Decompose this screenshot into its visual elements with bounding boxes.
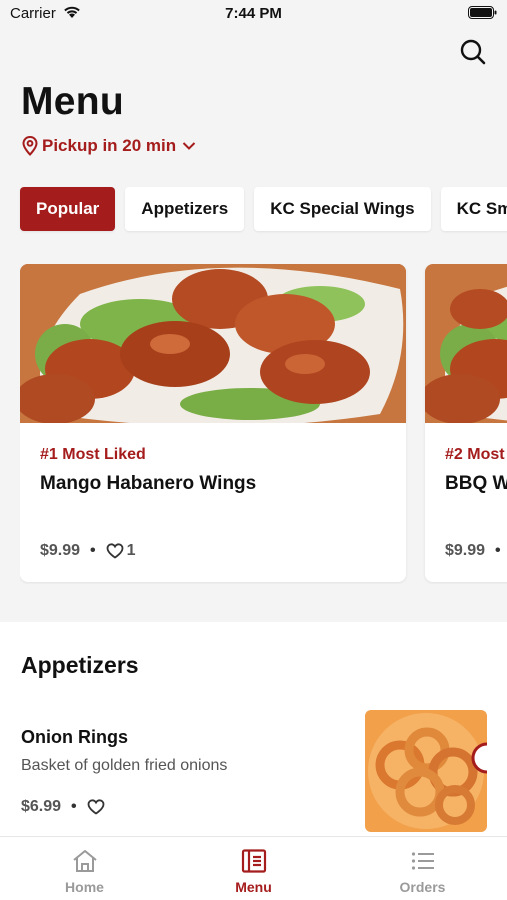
price: $9.99 <box>40 542 81 559</box>
menu-book-icon <box>241 849 266 873</box>
nav-orders[interactable]: Orders <box>338 837 507 900</box>
featured-meta: $9.99 • <box>445 542 507 560</box>
list-icon <box>411 852 434 870</box>
featured-rank: #2 Most <box>445 446 505 463</box>
wings-photo <box>20 264 406 423</box>
status-bar: Carrier 7:44 PM <box>0 0 507 30</box>
nav-label: Menu <box>235 879 272 895</box>
featured-card[interactable]: #2 Most BBQ W $9.99 • <box>425 264 507 582</box>
separator-dot: • <box>90 542 96 559</box>
search-button[interactable] <box>459 38 487 66</box>
nav-label: Home <box>65 879 104 895</box>
heart-icon[interactable] <box>106 543 124 559</box>
wings-photo <box>425 264 507 423</box>
menu-item-meta: $6.99 • <box>21 798 105 816</box>
search-icon <box>460 39 486 65</box>
pickup-label: Pickup in 20 min <box>42 136 177 155</box>
featured-meta: $9.99 • 1 <box>40 542 136 560</box>
home-icon <box>72 850 97 872</box>
separator-dot: • <box>71 798 77 815</box>
featured-rank: #1 Most Liked <box>40 446 146 463</box>
nav-label: Orders <box>399 879 446 895</box>
battery-icon <box>468 6 497 19</box>
tab-kc-special-wings[interactable]: KC Special Wings <box>254 187 431 231</box>
onion-rings-photo[interactable] <box>365 710 487 832</box>
page-title: Menu <box>21 80 125 123</box>
price: $9.99 <box>445 542 486 559</box>
menu-item-description: Basket of golden fried onions <box>21 757 228 774</box>
featured-item-name: BBQ W <box>445 473 507 494</box>
location-pin-icon <box>22 136 38 156</box>
tab-popular[interactable]: Popular <box>20 187 116 231</box>
featured-carousel: #1 Most Liked Mango Habanero Wings $9.99… <box>20 264 507 584</box>
pickup-selector[interactable]: Pickup in 20 min <box>22 136 196 156</box>
featured-item-name: Mango Habanero Wings <box>40 473 257 494</box>
nav-menu[interactable]: Menu <box>169 837 338 900</box>
tab-appetizers[interactable]: Appetizers <box>125 187 245 231</box>
tab-kc-sm[interactable]: KC Sm <box>440 187 507 231</box>
clock: 7:44 PM <box>225 5 282 22</box>
price: $6.99 <box>21 798 62 815</box>
chevron-down-icon <box>182 142 196 150</box>
section-title: Appetizers <box>21 652 139 678</box>
nav-home[interactable]: Home <box>0 837 169 900</box>
featured-card[interactable]: #1 Most Liked Mango Habanero Wings $9.99… <box>20 264 406 582</box>
separator-dot: • <box>495 542 501 559</box>
menu-item-name[interactable]: Onion Rings <box>21 727 128 748</box>
category-tabs: Popular Appetizers KC Special Wings KC S… <box>20 187 507 231</box>
heart-icon[interactable] <box>87 799 105 815</box>
bottom-nav: Home Menu Orders <box>0 836 507 900</box>
like-count: 1 <box>126 542 136 559</box>
